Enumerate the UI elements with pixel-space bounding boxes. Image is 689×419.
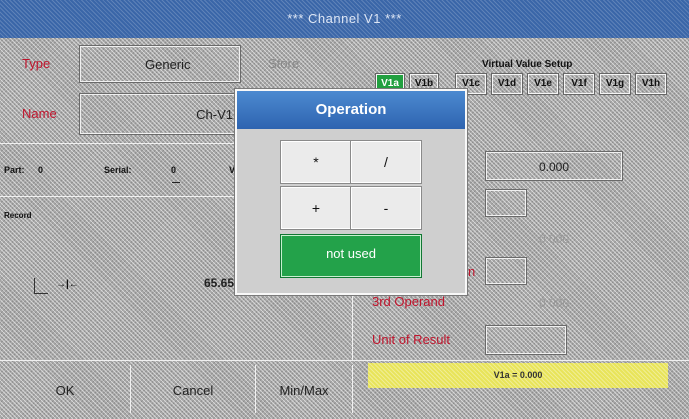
first-operand-field[interactable]: 0.000 — [485, 151, 623, 181]
record-value: 65.65 — [204, 276, 235, 290]
serial-value: 0 — [171, 165, 177, 175]
tab-v1f[interactable]: V1f — [563, 73, 595, 95]
serial-label: Serial: — [104, 165, 132, 175]
operation2-field[interactable] — [485, 257, 527, 285]
ok-button[interactable]: OK — [0, 370, 130, 412]
part-value: 0 — [38, 165, 44, 175]
multiply-button[interactable]: * — [280, 140, 352, 184]
record-box[interactable] — [34, 278, 48, 294]
divider — [0, 143, 240, 144]
store-button[interactable]: Store — [268, 56, 299, 71]
unit-label: Unit of Result — [372, 332, 451, 347]
subtract-button[interactable]: - — [350, 186, 422, 230]
part-label: Part: — [4, 165, 25, 175]
third-operand-field[interactable]: 0.000 — [486, 290, 622, 316]
dialog-title: Operation — [237, 91, 465, 129]
second-operand-field[interactable]: 0.000 — [486, 226, 622, 252]
unit-field[interactable] — [485, 325, 567, 355]
type-field[interactable]: Generic — [79, 45, 241, 83]
divider — [0, 196, 240, 197]
name-label: Name — [22, 106, 57, 121]
add-button[interactable]: + — [280, 186, 352, 230]
tab-v1g[interactable]: V1g — [599, 73, 631, 95]
setup-title: Virtual Value Setup — [482, 59, 573, 70]
tab-v1e[interactable]: V1e — [527, 73, 559, 95]
minmax-button[interactable]: Min/Max — [256, 370, 352, 412]
operation-dialog: Operation * / + - not used — [234, 88, 468, 296]
third-operand-label: 3rd Operand — [372, 294, 445, 309]
tab-v1h[interactable]: V1h — [635, 73, 667, 95]
window-title: *** Channel V1 *** — [0, 0, 689, 38]
name-field[interactable]: Ch-V1 — [79, 93, 241, 135]
operation2-label: n — [468, 264, 476, 279]
type-label: Type — [22, 56, 51, 71]
tab-v1d[interactable]: V1d — [491, 73, 523, 95]
bottom-divider — [0, 360, 689, 361]
record-label: Record — [4, 211, 32, 220]
divider — [352, 365, 353, 413]
divide-button[interactable]: / — [350, 140, 422, 184]
cancel-button[interactable]: Cancel — [131, 370, 255, 412]
serial-cursor — [172, 182, 180, 183]
status-bar: V1a = 0.000 — [368, 363, 668, 388]
not-used-button[interactable]: not used — [280, 234, 422, 278]
record-control[interactable]: →|← — [56, 279, 79, 290]
operation-field[interactable] — [485, 189, 527, 217]
